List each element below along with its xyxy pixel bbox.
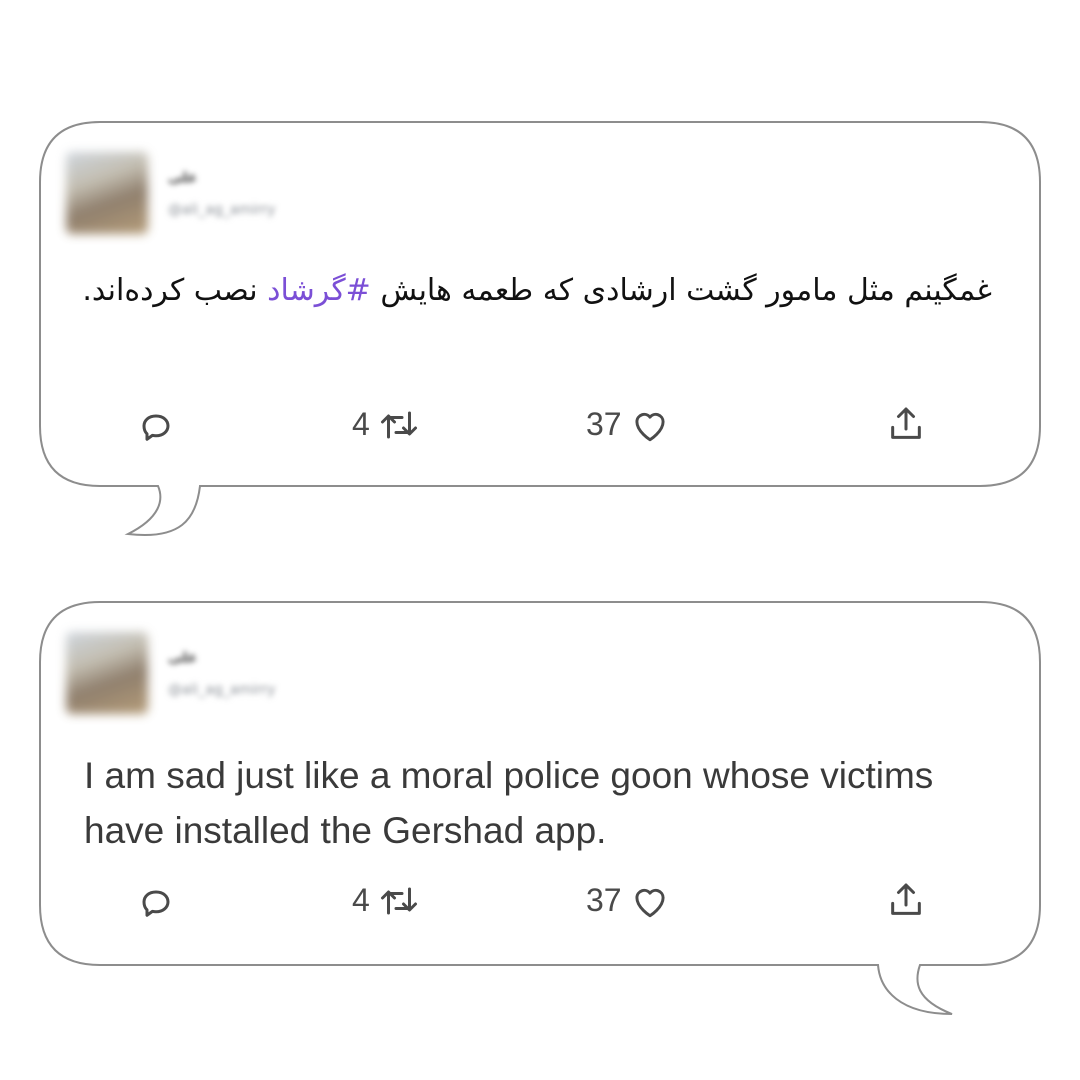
retweet-button[interactable]: 4	[352, 882, 420, 919]
share-icon	[891, 883, 921, 915]
share-button[interactable]	[886, 880, 926, 920]
tweet-card-english: علی @ali_ag_amirry I am sad just like a …	[60, 620, 1020, 950]
tweet-text-before: غمگینم مثل مامور گشت ارشادی که طعمه هایش	[370, 273, 992, 308]
tweet-text: غمگینم مثل مامور گشت ارشادی که طعمه هایش…	[80, 262, 992, 320]
user-handle[interactable]: @ali_ag_amirry	[168, 202, 275, 218]
user-name[interactable]: علی	[168, 650, 197, 666]
retweet-icon	[380, 411, 417, 438]
like-icon	[635, 412, 665, 441]
retweet-count: 4	[352, 882, 370, 918]
like-button[interactable]: 37	[586, 882, 670, 919]
hashtag-link[interactable]: #گرشاد	[267, 273, 371, 308]
user-handle[interactable]: @ali_ag_amirry	[168, 682, 275, 698]
avatar[interactable]	[66, 632, 148, 714]
share-button[interactable]	[886, 404, 926, 444]
avatar[interactable]	[66, 152, 148, 234]
like-icon	[635, 888, 665, 917]
tweet-text-after: نصب کرده‌اند.	[82, 273, 268, 308]
reply-icon	[142, 890, 170, 917]
reply-button[interactable]	[138, 410, 174, 446]
reply-button[interactable]	[138, 886, 174, 922]
tweet-text: I am sad just like a moral police goon w…	[84, 755, 934, 851]
reply-icon	[142, 414, 170, 441]
like-count: 37	[586, 406, 622, 442]
user-name[interactable]: علی	[168, 170, 197, 186]
tweet-card-persian: علی @ali_ag_amirry غمگینم مثل مامور گشت …	[60, 140, 1020, 470]
share-icon	[891, 407, 921, 439]
like-button[interactable]: 37	[586, 406, 670, 443]
tweet-actions: 4 37	[60, 878, 1020, 928]
retweet-button[interactable]: 4	[352, 406, 420, 443]
like-count: 37	[586, 882, 622, 918]
retweet-icon	[380, 887, 417, 914]
retweet-count: 4	[352, 406, 370, 442]
tweet-actions: 4 37	[60, 402, 1020, 452]
